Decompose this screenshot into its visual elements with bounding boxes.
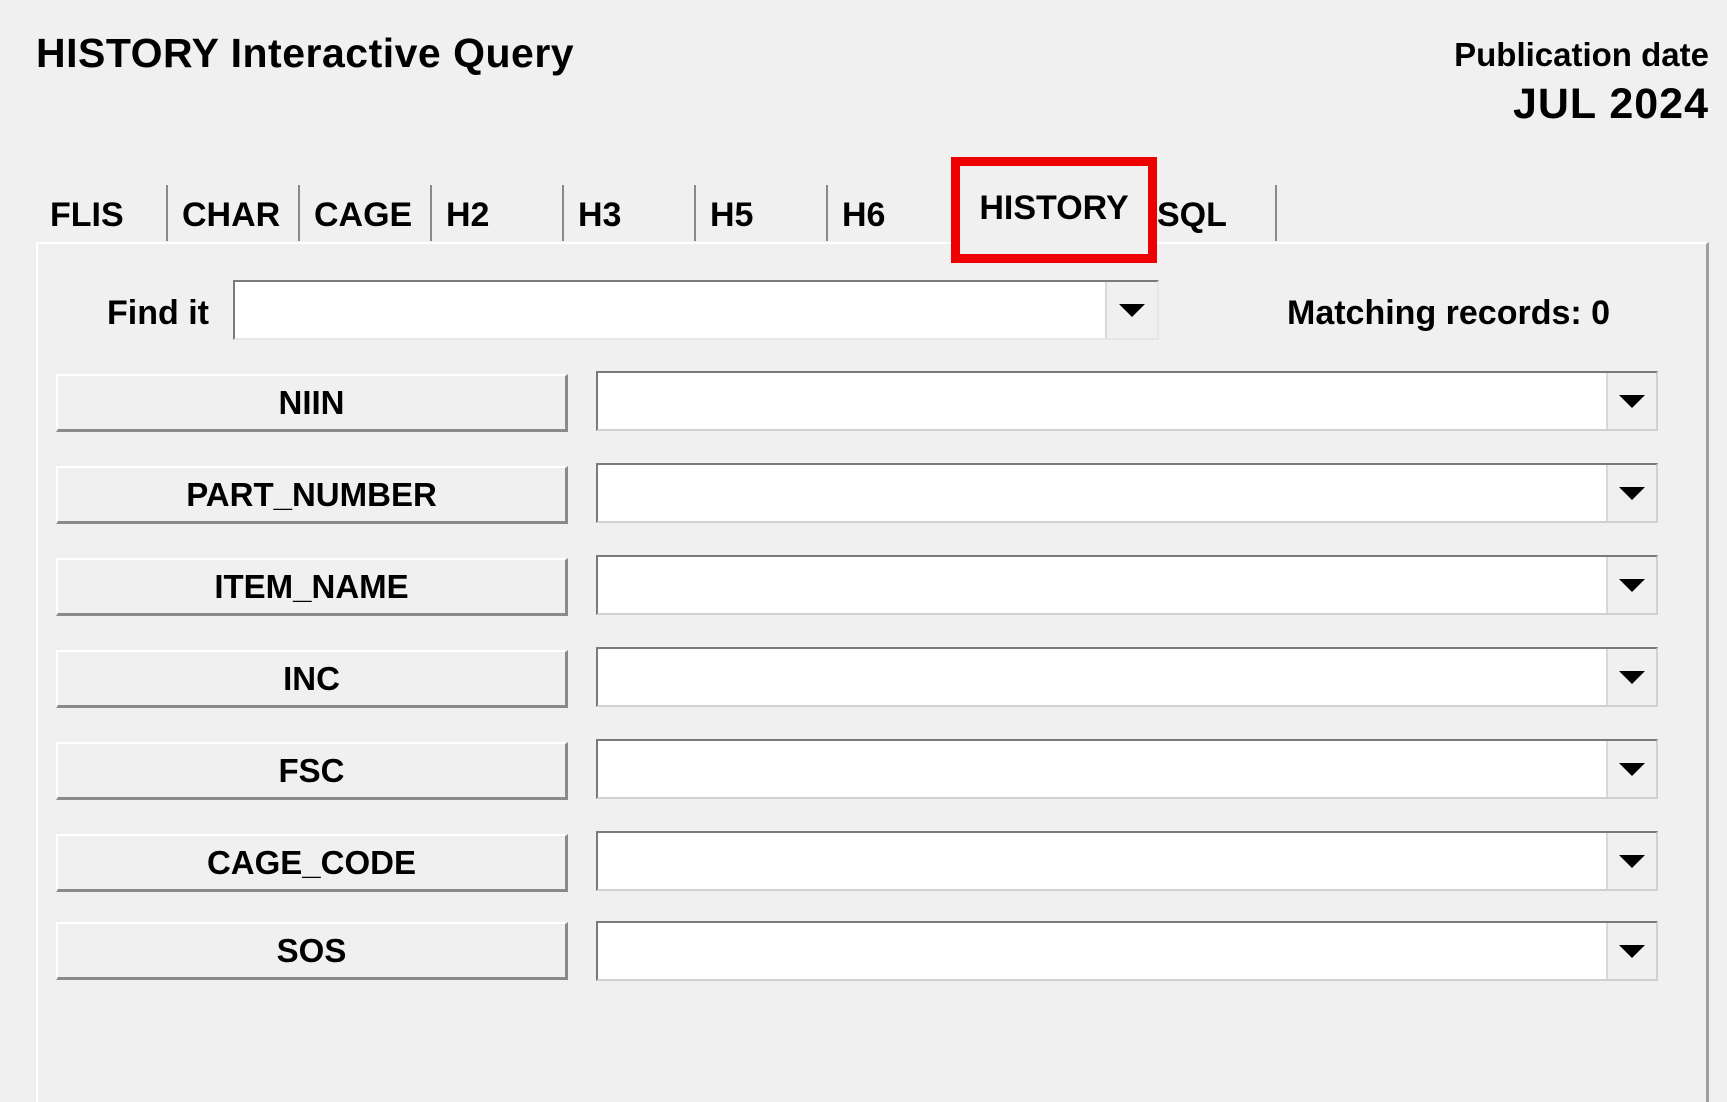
chevron-down-icon	[1619, 945, 1645, 958]
inc-dropdown-button[interactable]	[1606, 649, 1656, 705]
tab-sql[interactable]: SQL	[1157, 185, 1277, 241]
sos-combobox[interactable]	[596, 921, 1658, 981]
page-title: HISTORY Interactive Query	[36, 30, 575, 76]
chevron-down-icon	[1619, 579, 1645, 592]
niin-button[interactable]: NIIN	[56, 374, 568, 432]
tab-cage[interactable]: CAGE	[300, 185, 432, 241]
chevron-down-icon	[1619, 855, 1645, 868]
tab-h2[interactable]: H2	[432, 185, 564, 241]
cage-code-input[interactable]	[598, 833, 1598, 889]
chevron-down-icon	[1619, 487, 1645, 500]
inc-input[interactable]	[598, 649, 1598, 705]
fsc-input[interactable]	[598, 741, 1598, 797]
part-number-input[interactable]	[598, 465, 1598, 521]
chevron-down-icon	[1619, 395, 1645, 408]
sos-button[interactable]: SOS	[56, 922, 568, 980]
publication-date-value: JUL 2024	[1512, 80, 1709, 128]
cage-code-dropdown-button[interactable]	[1606, 833, 1656, 889]
inc-button[interactable]: INC	[56, 650, 568, 708]
item-name-combobox[interactable]	[596, 555, 1658, 615]
niin-input[interactable]	[598, 373, 1598, 429]
item-name-button[interactable]: ITEM_NAME	[56, 558, 568, 616]
chevron-down-icon	[1619, 671, 1645, 684]
chevron-down-icon	[1119, 304, 1145, 317]
niin-dropdown-button[interactable]	[1606, 373, 1656, 429]
tab-h6[interactable]: H6	[828, 185, 960, 241]
find-it-label: Find it	[107, 294, 209, 332]
cage-code-combobox[interactable]	[596, 831, 1658, 891]
matching-records-count: Matching records: 0	[1287, 294, 1611, 332]
sos-input[interactable]	[598, 923, 1598, 979]
tab-flis[interactable]: FLIS	[36, 185, 168, 241]
part-number-button[interactable]: PART_NUMBER	[56, 466, 568, 524]
tab-h3[interactable]: H3	[564, 185, 696, 241]
find-it-dropdown-button[interactable]	[1105, 282, 1157, 338]
tab-history[interactable]: HISTORY	[951, 157, 1157, 263]
sos-dropdown-button[interactable]	[1606, 923, 1656, 979]
fsc-button[interactable]: FSC	[56, 742, 568, 800]
tab-h5[interactable]: H5	[696, 185, 828, 241]
part-number-dropdown-button[interactable]	[1606, 465, 1656, 521]
tab-char[interactable]: CHAR	[168, 185, 300, 241]
item-name-dropdown-button[interactable]	[1606, 557, 1656, 613]
find-it-combobox[interactable]	[233, 280, 1159, 340]
fsc-combobox[interactable]	[596, 739, 1658, 799]
publication-date-label: Publication date	[1454, 36, 1709, 73]
chevron-down-icon	[1619, 763, 1645, 776]
item-name-input[interactable]	[598, 557, 1598, 613]
fsc-dropdown-button[interactable]	[1606, 741, 1656, 797]
inc-combobox[interactable]	[596, 647, 1658, 707]
cage-code-button[interactable]: CAGE_CODE	[56, 834, 568, 892]
niin-combobox[interactable]	[596, 371, 1658, 431]
part-number-combobox[interactable]	[596, 463, 1658, 523]
find-it-input[interactable]	[235, 282, 1103, 338]
